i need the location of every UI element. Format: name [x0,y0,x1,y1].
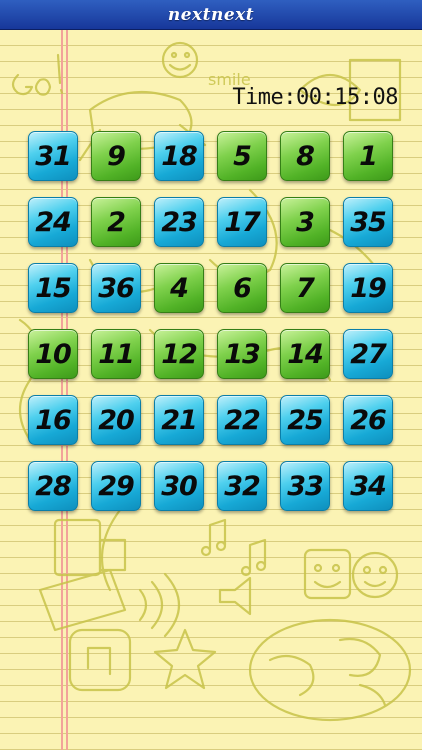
tile-number: 21 [161,404,198,436]
tile-number: 26 [350,404,387,436]
number-tile[interactable]: 17 [217,197,267,247]
tile-number: 18 [161,140,198,172]
number-tile[interactable]: 15 [28,263,78,313]
number-tile[interactable]: 12 [154,329,204,379]
number-tile[interactable]: 35 [343,197,393,247]
tile-number: 28 [35,470,72,502]
number-tile[interactable]: 9 [91,131,141,181]
tile-number: 2 [107,206,126,238]
tile-number: 32 [224,470,261,502]
title-bar: nextnext [0,0,422,30]
tile-number: 16 [35,404,72,436]
number-tile[interactable]: 4 [154,263,204,313]
number-tile[interactable]: 10 [28,329,78,379]
number-tile[interactable]: 36 [91,263,141,313]
tile-number: 7 [296,272,315,304]
tile-number: 6 [233,272,252,304]
number-tile[interactable]: 1 [343,131,393,181]
tile-number: 25 [287,404,324,436]
tile-number: 23 [161,206,198,238]
number-tile[interactable]: 22 [217,395,267,445]
tile-number: 31 [35,140,72,172]
number-tile[interactable]: 25 [280,395,330,445]
number-tile[interactable]: 27 [343,329,393,379]
number-tile[interactable]: 18 [154,131,204,181]
number-tile[interactable]: 19 [343,263,393,313]
number-tile[interactable]: 11 [91,329,141,379]
number-tile[interactable]: 8 [280,131,330,181]
tile-number: 9 [107,140,126,172]
tile-number: 19 [350,272,387,304]
tile-number: 33 [287,470,324,502]
tile-number: 30 [161,470,198,502]
number-tile[interactable]: 24 [28,197,78,247]
tile-number: 4 [170,272,189,304]
number-tile[interactable]: 28 [28,461,78,511]
number-tile[interactable]: 6 [217,263,267,313]
tile-number: 13 [224,338,261,370]
number-tile[interactable]: 20 [91,395,141,445]
tile-number: 29 [98,470,135,502]
tile-grid: 31 9 18 5 8 1 24 2 23 17 3 35 15 36 4 6 7 19 10 11 12 13 14 27 1… [28,131,398,511]
tile-number: 17 [224,206,261,238]
elapsed-timer: Time:00:15:08 [232,85,398,110]
number-tile[interactable]: 16 [28,395,78,445]
number-tile[interactable]: 26 [343,395,393,445]
tile-number: 35 [350,206,387,238]
number-tile[interactable]: 32 [217,461,267,511]
tile-number: 36 [98,272,135,304]
number-tile[interactable]: 21 [154,395,204,445]
number-tile[interactable]: 31 [28,131,78,181]
tile-number: 11 [98,338,135,370]
number-tile[interactable]: 23 [154,197,204,247]
tile-number: 20 [98,404,135,436]
app-title: nextnext [167,4,255,25]
number-tile[interactable]: 33 [280,461,330,511]
tile-number: 24 [35,206,72,238]
tile-number: 34 [350,470,387,502]
number-tile[interactable]: 30 [154,461,204,511]
number-tile[interactable]: 2 [91,197,141,247]
number-tile[interactable]: 13 [217,329,267,379]
smiley-doodle [161,41,199,79]
number-tile[interactable]: 34 [343,461,393,511]
tile-number: 12 [161,338,198,370]
number-tile[interactable]: 3 [280,197,330,247]
tile-number: 8 [296,140,315,172]
number-tile[interactable]: 14 [280,329,330,379]
number-tile[interactable]: 5 [217,131,267,181]
tile-number: 3 [296,206,315,238]
tile-number: 15 [35,272,72,304]
tile-number: 10 [35,338,72,370]
number-tile[interactable]: 29 [91,461,141,511]
tile-number: 1 [359,140,378,172]
tile-number: 5 [233,140,252,172]
number-tile[interactable]: 7 [280,263,330,313]
tile-number: 22 [224,404,261,436]
tile-number: 27 [350,338,387,370]
tile-number: 14 [287,338,324,370]
